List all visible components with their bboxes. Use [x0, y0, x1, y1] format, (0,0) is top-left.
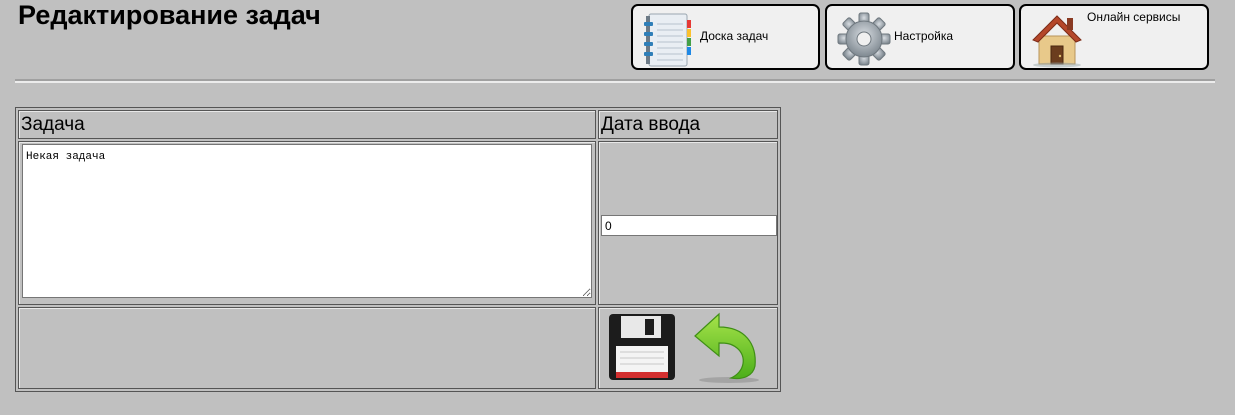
column-header-task: Задача: [18, 110, 596, 139]
task-textarea[interactable]: Некая задача: [22, 144, 592, 298]
online-services-label: Онлайн сервисы: [1087, 10, 1181, 24]
back-button[interactable]: [691, 310, 763, 389]
task-board-label: Доска задач: [700, 29, 769, 43]
empty-footer-cell: [18, 307, 596, 389]
gear-icon: [836, 11, 892, 72]
settings-label: Настройка: [894, 29, 954, 43]
date-input[interactable]: [601, 215, 777, 236]
header-divider: [15, 79, 1215, 83]
page-title: Редактирование задач: [18, 0, 321, 30]
actions-cell: [598, 307, 778, 389]
date-cell: [598, 141, 778, 305]
undo-arrow-icon: [691, 312, 763, 388]
task-cell: Некая задача: [18, 141, 596, 305]
online-services-button[interactable]: Онлайн сервисы: [1019, 4, 1209, 70]
task-board-button[interactable]: Доска задач: [631, 4, 820, 70]
save-button[interactable]: [607, 312, 677, 387]
address-book-icon: [643, 12, 697, 73]
column-header-date: Дата ввода: [598, 110, 778, 139]
task-edit-table: Задача Дата ввода Некая задача: [15, 107, 781, 392]
floppy-disk-icon: [607, 314, 677, 386]
settings-button[interactable]: Настройка: [825, 4, 1015, 70]
house-icon: [1029, 10, 1085, 73]
